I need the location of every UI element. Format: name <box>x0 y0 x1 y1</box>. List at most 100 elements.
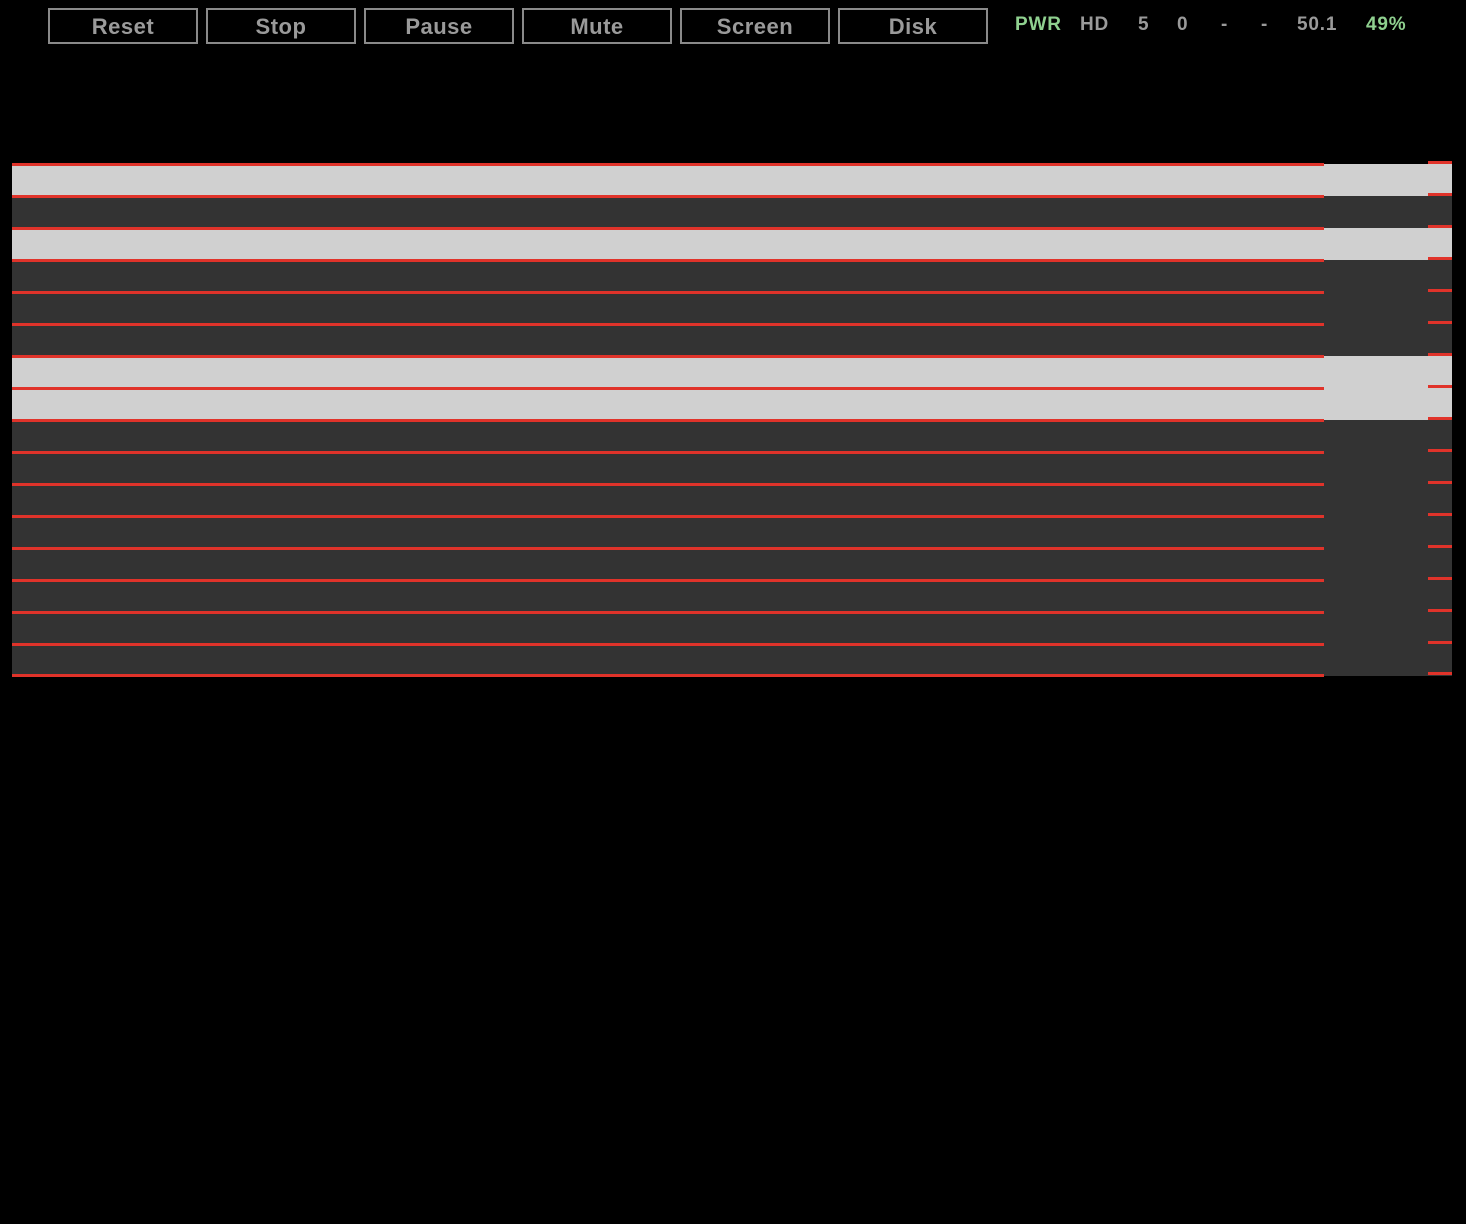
scanline-main <box>12 643 1324 646</box>
screen-row-end <box>1428 452 1452 484</box>
mute-button[interactable]: Mute <box>522 8 672 44</box>
screen-row-gap <box>1324 324 1428 356</box>
scanline-edge <box>1428 481 1452 484</box>
screen-row <box>12 196 1452 228</box>
screen-row-main <box>12 164 1324 196</box>
screen-row-end <box>1428 484 1452 516</box>
screen-row-gap <box>1324 516 1428 548</box>
screen-row-end <box>1428 548 1452 580</box>
screen-row-end <box>1428 612 1452 644</box>
screen-row-gap <box>1324 388 1428 420</box>
scanline-edge <box>1428 641 1452 644</box>
scanline-main <box>12 355 1324 358</box>
scanline-main <box>12 547 1324 550</box>
screen-row-main <box>12 452 1324 484</box>
screen-row <box>12 548 1452 580</box>
pause-button[interactable]: Pause <box>364 8 514 44</box>
screen-row-main <box>12 228 1324 260</box>
status-value-2: 0 <box>1177 14 1189 35</box>
screen-row-gap <box>1324 228 1428 260</box>
scanline-edge <box>1428 385 1452 388</box>
screen-row <box>12 356 1452 388</box>
scanline-edge <box>1428 193 1452 196</box>
emulator-screen[interactable] <box>12 161 1452 677</box>
scanline-edge <box>1428 417 1452 420</box>
disk-button[interactable]: Disk <box>838 8 988 44</box>
emulator-toolbar: Reset Stop Pause Mute Screen Disk PWR HD… <box>0 0 1466 52</box>
screen-row-end <box>1428 516 1452 548</box>
screen-row-main <box>12 548 1324 580</box>
scanline-main <box>12 451 1324 454</box>
scanline-main <box>12 483 1324 486</box>
screen-row-gap <box>1324 484 1428 516</box>
scanline-main <box>12 674 1324 677</box>
status-value-1: 5 <box>1138 14 1150 35</box>
screen-row <box>12 292 1452 324</box>
screen-row-end <box>1428 164 1452 196</box>
scanline-main <box>12 227 1324 230</box>
scanline-edge <box>1428 672 1452 675</box>
screen-row-end <box>1428 324 1452 356</box>
screen-row-main <box>12 420 1324 452</box>
screen-row-main <box>12 356 1324 388</box>
screen-row-gap <box>1324 452 1428 484</box>
scanline-edge <box>1428 449 1452 452</box>
screen-row <box>12 580 1452 612</box>
scanline-main <box>12 611 1324 614</box>
screen-row-gap <box>1324 260 1428 292</box>
scanline-main <box>12 259 1324 262</box>
screen-row-main <box>12 292 1324 324</box>
screen-row <box>12 228 1452 260</box>
screen-row <box>12 644 1452 676</box>
screen-row-end <box>1428 292 1452 324</box>
screen-row-end <box>1428 356 1452 388</box>
scanline-main <box>12 291 1324 294</box>
screen-row <box>12 164 1452 196</box>
screen-row <box>12 260 1452 292</box>
stop-button[interactable]: Stop <box>206 8 356 44</box>
status-value-4: - <box>1261 14 1269 35</box>
screen-row-gap <box>1324 356 1428 388</box>
scanline-edge <box>1428 225 1452 228</box>
screen-button[interactable]: Screen <box>680 8 830 44</box>
scanline-edge <box>1428 321 1452 324</box>
screen-row <box>12 516 1452 548</box>
screen-row-end <box>1428 388 1452 420</box>
scanline-main <box>12 515 1324 518</box>
screen-row-gap <box>1324 612 1428 644</box>
screen-row-main <box>12 324 1324 356</box>
screen-row-gap <box>1324 292 1428 324</box>
screen-row-gap <box>1324 420 1428 452</box>
screen-row <box>12 388 1452 420</box>
screen-row <box>12 420 1452 452</box>
screen-row-main <box>12 260 1324 292</box>
speed-readout: 50.1 <box>1297 14 1338 35</box>
screen-row-end <box>1428 196 1452 228</box>
scanline-main <box>12 419 1324 422</box>
screen-row-main <box>12 580 1324 612</box>
status-value-3: - <box>1221 14 1229 35</box>
scanline-edge <box>1428 513 1452 516</box>
screen-row-main <box>12 484 1324 516</box>
screen-row-main <box>12 516 1324 548</box>
scanline-edge <box>1428 577 1452 580</box>
scanline-main <box>12 323 1324 326</box>
reset-button[interactable]: Reset <box>48 8 198 44</box>
screen-row <box>12 484 1452 516</box>
scanline-main <box>12 387 1324 390</box>
screen-row-main <box>12 644 1324 676</box>
screen-row-end <box>1428 420 1452 452</box>
percent-readout: 49% <box>1366 14 1407 35</box>
screen-row <box>12 452 1452 484</box>
hd-indicator: HD <box>1080 14 1110 35</box>
scanline-edge <box>1428 353 1452 356</box>
scanline-edge <box>1428 545 1452 548</box>
screen-row-end <box>1428 580 1452 612</box>
scanline-edge <box>1428 289 1452 292</box>
screen-row <box>12 324 1452 356</box>
screen-row-end <box>1428 260 1452 292</box>
screen-row-main <box>12 612 1324 644</box>
scanline-edge <box>1428 609 1452 612</box>
power-indicator: PWR <box>1015 14 1062 35</box>
screen-row <box>12 612 1452 644</box>
